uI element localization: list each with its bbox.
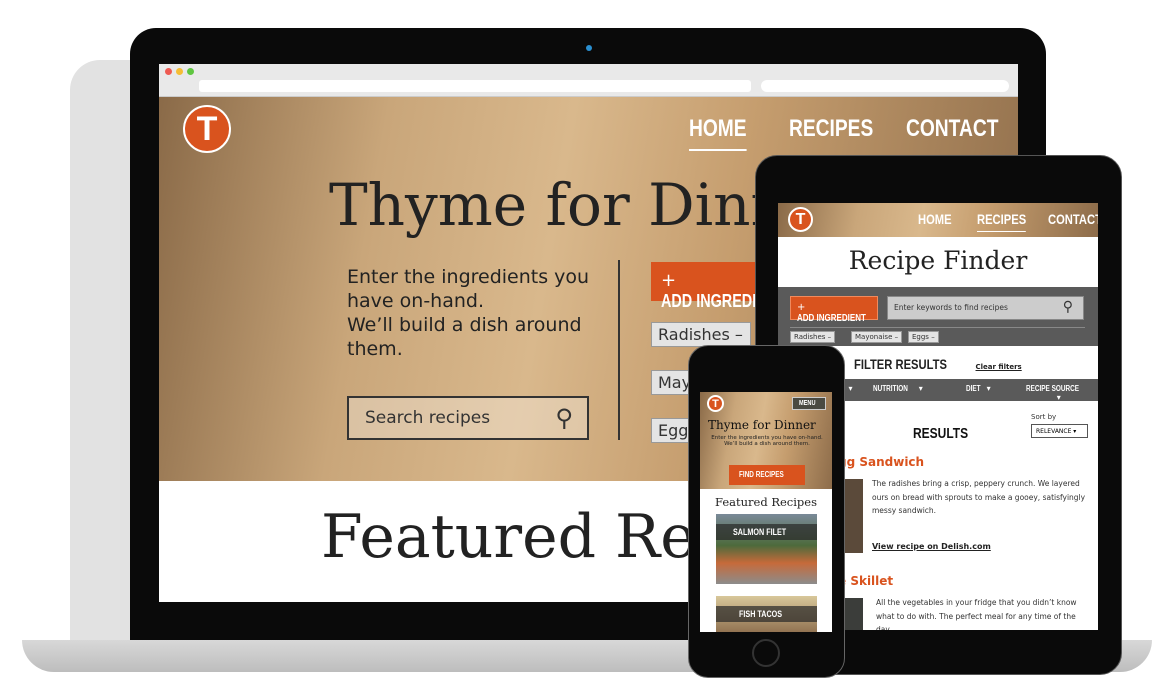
divider bbox=[618, 260, 620, 440]
maximize-dot[interactable] bbox=[187, 68, 194, 75]
plus-icon: + bbox=[797, 302, 806, 313]
logo[interactable]: T bbox=[788, 207, 813, 232]
filter-recipe-source[interactable]: RECIPE SOURCE ▾ bbox=[1020, 379, 1099, 402]
home-button[interactable] bbox=[752, 639, 780, 667]
search-icon[interactable]: ⚲ bbox=[555, 404, 573, 432]
logo[interactable]: T bbox=[707, 395, 724, 412]
sort-label: Sort by bbox=[1031, 413, 1057, 421]
result-title[interactable]: e Skillet bbox=[838, 574, 893, 588]
search-placeholder: Search recipes bbox=[365, 408, 491, 428]
search-panel: + ADD INGREDIENT Enter keywords to find … bbox=[778, 287, 1098, 346]
find-recipes-button[interactable]: FIND RECIPES bbox=[729, 465, 805, 485]
divider bbox=[790, 327, 1085, 328]
filter-title: FILTER RESULTS bbox=[854, 356, 948, 372]
featured-heading: Featured Re bbox=[321, 502, 696, 572]
hero-text: Enter the ingredients you have on-hand. … bbox=[347, 265, 589, 361]
result-desc: The radishes bring a crisp, peppery crun… bbox=[872, 479, 1086, 515]
recipe-card-salmon[interactable]: SALMON FILET bbox=[715, 514, 817, 584]
phone-screen: T MENU Thyme for Dinner Enter the ingred… bbox=[700, 392, 832, 632]
tag-radishes[interactable]: Radishes – bbox=[651, 322, 751, 347]
nav-recipes[interactable]: RECIPES bbox=[789, 115, 873, 143]
minimize-dot[interactable] bbox=[176, 68, 183, 75]
camera bbox=[586, 45, 592, 51]
tag-mayonaise[interactable]: Mayonaise – bbox=[851, 331, 903, 343]
logo[interactable]: T bbox=[183, 105, 231, 153]
search-placeholder: Enter keywords to find recipes bbox=[894, 303, 1008, 312]
result-image bbox=[845, 479, 863, 553]
hero-line: them. bbox=[347, 338, 403, 360]
search-input[interactable]: Search recipes ⚲ bbox=[347, 396, 589, 440]
browser-search[interactable] bbox=[761, 80, 1009, 92]
recipe-card-tacos[interactable]: FISH TACOS bbox=[715, 596, 817, 632]
tag-eggs[interactable]: Eggs – bbox=[908, 331, 939, 343]
nav-contact[interactable]: CONTACT bbox=[906, 115, 998, 143]
menu-button[interactable]: MENU bbox=[792, 397, 826, 410]
filter-nutrition[interactable]: NUTRITION ▾ bbox=[859, 379, 938, 401]
browser-chrome bbox=[159, 64, 1018, 97]
plus-icon: + bbox=[661, 270, 677, 291]
tag-radishes[interactable]: Radishes – bbox=[790, 331, 836, 343]
result-desc: All the vegetables in your fridge that y… bbox=[876, 598, 1077, 630]
search-icon[interactable]: ⚲ bbox=[1063, 299, 1073, 315]
add-ingredient-button[interactable]: + ADD INGREDI bbox=[651, 262, 771, 311]
results-title: RESULTS bbox=[913, 425, 969, 442]
address-bar[interactable] bbox=[199, 80, 751, 92]
hero-line: We’ll build a dish around bbox=[347, 314, 582, 336]
page-title: Recipe Finder bbox=[848, 246, 1028, 275]
hero-line: Enter the ingredients you bbox=[347, 266, 590, 288]
phone-text: Enter the ingredients you have on-hand. … bbox=[711, 435, 823, 447]
featured-heading: Featured Recipes bbox=[714, 495, 817, 509]
phone-title: Thyme for Dinner bbox=[708, 418, 816, 432]
phone-hero: T MENU Thyme for Dinner Enter the ingred… bbox=[700, 392, 832, 489]
result-image bbox=[845, 598, 863, 630]
card-label: SALMON FILET bbox=[715, 524, 817, 540]
search-input[interactable]: Enter keywords to find recipes ⚲ bbox=[887, 296, 1084, 320]
nav-contact[interactable]: CONTACT bbox=[1048, 211, 1098, 227]
nav-recipes[interactable]: RECIPES bbox=[977, 211, 1027, 232]
nav-home[interactable]: HOME bbox=[689, 115, 747, 151]
nav-home[interactable]: HOME bbox=[918, 211, 952, 227]
close-dot[interactable] bbox=[165, 68, 172, 75]
add-ingredient-button[interactable]: + ADD INGREDIENT bbox=[790, 296, 878, 324]
tablet-header: T HOME RECIPES CONTACT bbox=[778, 203, 1098, 237]
sort-select[interactable]: RELEVANCE ▾ bbox=[1031, 424, 1088, 438]
hero-title: Thyme for Dinn bbox=[329, 171, 788, 239]
result-title[interactable]: gg Sandwich bbox=[838, 455, 924, 469]
view-recipe-link[interactable]: View recipe on Delish.com bbox=[872, 542, 991, 551]
hero-line: have on-hand. bbox=[347, 290, 485, 312]
clear-filters-link[interactable]: Clear filters bbox=[976, 363, 1022, 371]
filter-diet[interactable]: DIET ▾ bbox=[939, 379, 1018, 401]
card-label: FISH TACOS bbox=[715, 606, 817, 622]
